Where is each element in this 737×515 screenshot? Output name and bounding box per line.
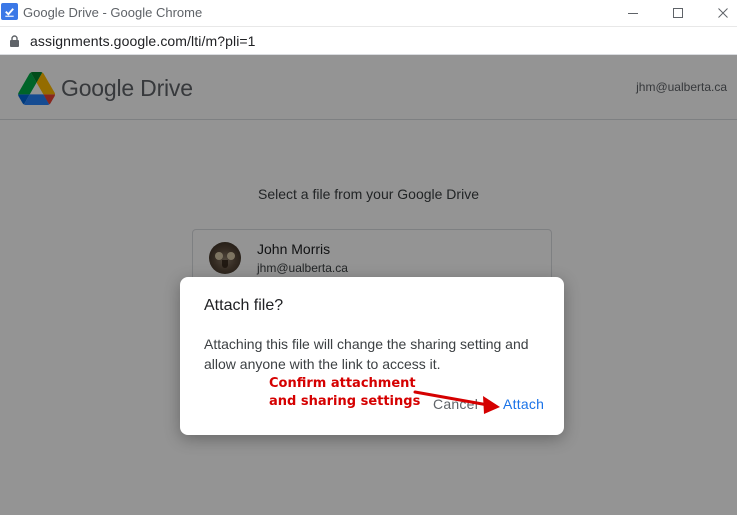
dialog-body: Attaching this file will change the shar… (204, 336, 529, 372)
attach-file-dialog: Attach file? Attaching this file will ch… (180, 277, 564, 435)
window-titlebar: Google Drive - Google Chrome (0, 0, 737, 26)
annotation-line-1: Confirm attachment (269, 376, 416, 391)
minimize-icon[interactable] (610, 0, 656, 26)
lock-icon (10, 35, 19, 47)
assignment-check-icon (1, 3, 18, 20)
annotation-callout: Confirm attachment and sharing settings (269, 375, 420, 411)
address-bar[interactable]: assignments.google.com/lti/m?pli=1 (0, 26, 737, 55)
arrow-annotation-icon (413, 390, 500, 414)
close-icon[interactable] (700, 0, 737, 26)
url-text[interactable]: assignments.google.com/lti/m?pli=1 (30, 33, 256, 49)
attach-button[interactable]: Attach (503, 396, 544, 412)
dialog-title: Attach file? (204, 297, 284, 314)
annotation-line-2: and sharing settings (269, 394, 421, 409)
maximize-icon[interactable] (655, 0, 701, 26)
window-title: Google Drive - Google Chrome (23, 5, 203, 20)
